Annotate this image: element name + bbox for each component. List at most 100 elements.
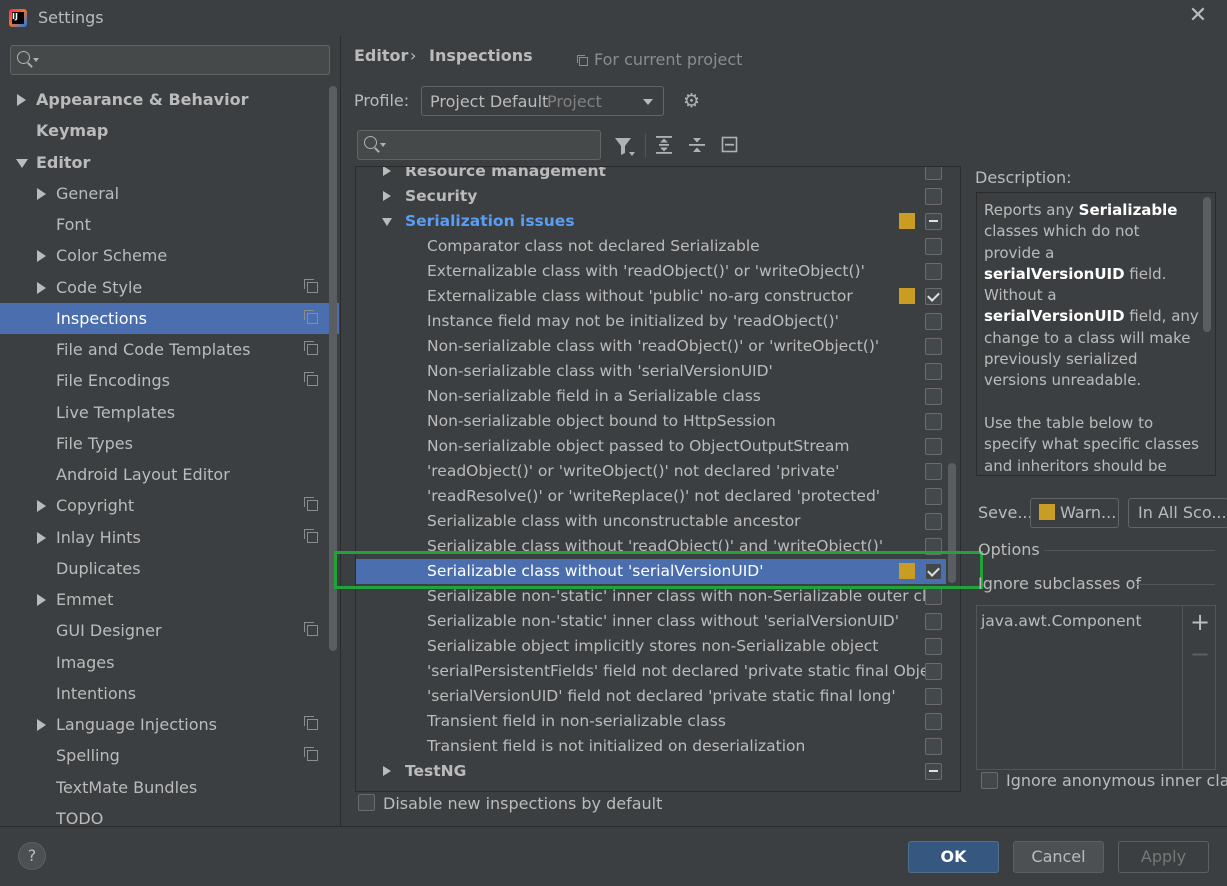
inspection-enabled-checkbox[interactable] xyxy=(925,588,942,605)
cancel-button[interactable]: Cancel xyxy=(1013,841,1104,873)
inspection-enabled-checkbox[interactable] xyxy=(925,213,942,230)
inspection-enabled-checkbox[interactable] xyxy=(925,188,942,205)
chevron-right-icon[interactable] xyxy=(383,766,391,776)
apply-button[interactable]: Apply xyxy=(1118,841,1209,873)
ignore-anonymous-label[interactable]: Ignore anonymous inner cla... xyxy=(1006,771,1227,790)
inspection-enabled-checkbox[interactable] xyxy=(925,313,942,330)
inspection-enabled-checkbox[interactable] xyxy=(925,713,942,730)
chevron-right-icon[interactable] xyxy=(37,531,46,544)
inspection-row[interactable]: Serializable object implicitly stores no… xyxy=(356,634,960,659)
inspection-row[interactable]: Transient field is not initialized on de… xyxy=(356,734,960,759)
inspection-enabled-checkbox[interactable] xyxy=(925,763,942,780)
help-button[interactable]: ? xyxy=(18,842,46,870)
add-class-button[interactable]: + xyxy=(1190,610,1210,634)
inspection-enabled-checkbox[interactable] xyxy=(925,488,942,505)
collapse-all-icon[interactable] xyxy=(687,135,707,155)
sidebar-item[interactable]: Spelling xyxy=(0,740,340,771)
remove-class-button[interactable]: − xyxy=(1190,642,1210,666)
inspection-enabled-checkbox[interactable] xyxy=(925,463,942,480)
sidebar-item[interactable]: Keymap xyxy=(0,115,340,146)
sidebar-item[interactable]: Font xyxy=(0,209,340,240)
list-item[interactable]: java.awt.Component xyxy=(981,612,1142,630)
sidebar-item[interactable]: File Encodings xyxy=(0,365,340,396)
expand-all-icon[interactable] xyxy=(654,135,674,155)
inspection-enabled-checkbox[interactable] xyxy=(925,167,942,180)
sidebar-item[interactable]: File Types xyxy=(0,428,340,459)
inspection-row[interactable]: Transient field in non-serializable clas… xyxy=(356,709,960,734)
disable-new-inspections-label[interactable]: Disable new inspections by default xyxy=(383,794,662,813)
inspection-enabled-checkbox[interactable] xyxy=(925,613,942,630)
ignored-classes-list[interactable]: java.awt.Component xyxy=(976,605,1216,770)
inspection-enabled-checkbox[interactable] xyxy=(925,288,942,305)
inspection-row[interactable]: Non-serializable object passed to Object… xyxy=(356,434,960,459)
inspection-row[interactable]: Serializable class with unconstructable … xyxy=(356,509,960,534)
scope-select[interactable]: In All Sco... xyxy=(1128,498,1227,528)
inspection-enabled-checkbox[interactable] xyxy=(925,413,942,430)
inspection-group-row[interactable]: Resource management xyxy=(356,167,960,184)
chevron-right-icon[interactable] xyxy=(37,719,46,731)
inspection-row[interactable]: 'serialVersionUID' field not declared 'p… xyxy=(356,684,960,709)
inspection-enabled-checkbox[interactable] xyxy=(925,238,942,255)
chevron-right-icon[interactable] xyxy=(37,281,46,294)
chevron-right-icon[interactable] xyxy=(37,594,46,606)
sidebar-item[interactable]: Color Scheme xyxy=(0,240,340,271)
filter-icon[interactable] xyxy=(614,136,635,156)
reset-to-default-icon[interactable] xyxy=(720,135,740,155)
chevron-right-icon[interactable] xyxy=(17,94,26,106)
chevron-right-icon[interactable] xyxy=(383,167,391,176)
inspection-enabled-checkbox[interactable] xyxy=(925,688,942,705)
sidebar-item[interactable]: TextMate Bundles xyxy=(0,772,340,803)
sidebar-item[interactable]: File and Code Templates xyxy=(0,334,340,365)
sidebar-item[interactable]: Emmet xyxy=(0,584,340,615)
inspection-row[interactable]: 'readObject()' or 'writeObject()' not de… xyxy=(356,459,960,484)
sidebar-item[interactable]: Images xyxy=(0,647,340,678)
sidebar-item[interactable]: GUI Designer xyxy=(0,615,340,646)
sidebar-item[interactable]: General xyxy=(0,178,340,209)
inspection-enabled-checkbox[interactable] xyxy=(925,438,942,455)
inspection-row[interactable]: Externalizable class with 'readObject()'… xyxy=(356,259,960,284)
profile-select[interactable]: Project Default Project xyxy=(421,86,664,116)
splitter[interactable] xyxy=(340,36,341,826)
inspection-row[interactable]: 'serialPersistentFields' field not decla… xyxy=(356,659,960,684)
ok-button[interactable]: OK xyxy=(908,841,999,873)
sidebar-item[interactable]: Inspections xyxy=(0,302,339,334)
chevron-right-icon[interactable] xyxy=(37,500,46,513)
sidebar-item[interactable]: Android Layout Editor xyxy=(0,459,340,490)
inspection-row[interactable]: 'readResolve()' or 'writeReplace()' not … xyxy=(356,484,960,509)
inspection-group-row[interactable]: TestNG xyxy=(356,759,960,784)
inspection-row[interactable]: Serializable non-'static' inner class wi… xyxy=(356,609,960,634)
inspection-row[interactable]: Instance field may not be initialized by… xyxy=(356,309,960,334)
sidebar-item[interactable]: Intentions xyxy=(0,678,340,709)
chevron-down-icon[interactable] xyxy=(382,218,392,226)
inspection-row[interactable]: Comparator class not declared Serializab… xyxy=(356,234,960,259)
inspection-group-row[interactable]: Security xyxy=(356,184,960,209)
chevron-right-icon[interactable] xyxy=(383,191,391,201)
close-icon[interactable]: ✕ xyxy=(1188,5,1208,27)
inspection-enabled-checkbox[interactable] xyxy=(925,663,942,680)
chevron-right-icon[interactable] xyxy=(37,250,46,263)
inspection-search-input[interactable] xyxy=(357,130,601,160)
chevron-right-icon[interactable] xyxy=(37,187,46,200)
sidebar-item[interactable]: Code Style xyxy=(0,272,340,303)
sidebar-item[interactable]: Duplicates xyxy=(0,553,340,584)
inspection-row[interactable]: Non-serializable class with 'serialVersi… xyxy=(356,359,960,384)
ignore-anonymous-checkbox[interactable] xyxy=(981,772,998,789)
sidebar-item[interactable]: Live Templates xyxy=(0,397,340,428)
inspection-row[interactable]: Externalizable class without 'public' no… xyxy=(356,284,960,309)
inspection-row[interactable]: Non-serializable object bound to HttpSes… xyxy=(356,409,960,434)
description-scrollbar[interactable] xyxy=(1203,197,1211,332)
sidebar-item[interactable]: Appearance & Behavior xyxy=(0,84,340,115)
inspection-enabled-checkbox[interactable] xyxy=(925,638,942,655)
inspection-enabled-checkbox[interactable] xyxy=(925,338,942,355)
inspection-enabled-checkbox[interactable] xyxy=(925,388,942,405)
inspection-enabled-checkbox[interactable] xyxy=(925,263,942,280)
inspection-row[interactable]: Non-serializable field in a Serializable… xyxy=(356,384,960,409)
sidebar-item[interactable]: Language Injections xyxy=(0,709,340,740)
sidebar-item[interactable]: Editor xyxy=(0,147,340,178)
severity-select[interactable]: Warn... xyxy=(1030,498,1119,528)
inspection-group-row[interactable]: Serialization issues xyxy=(356,209,960,234)
inspection-enabled-checkbox[interactable] xyxy=(925,513,942,530)
sidebar-item[interactable]: Inlay Hints xyxy=(0,522,340,553)
sidebar-search-input[interactable] xyxy=(10,45,330,75)
inspection-enabled-checkbox[interactable] xyxy=(925,738,942,755)
